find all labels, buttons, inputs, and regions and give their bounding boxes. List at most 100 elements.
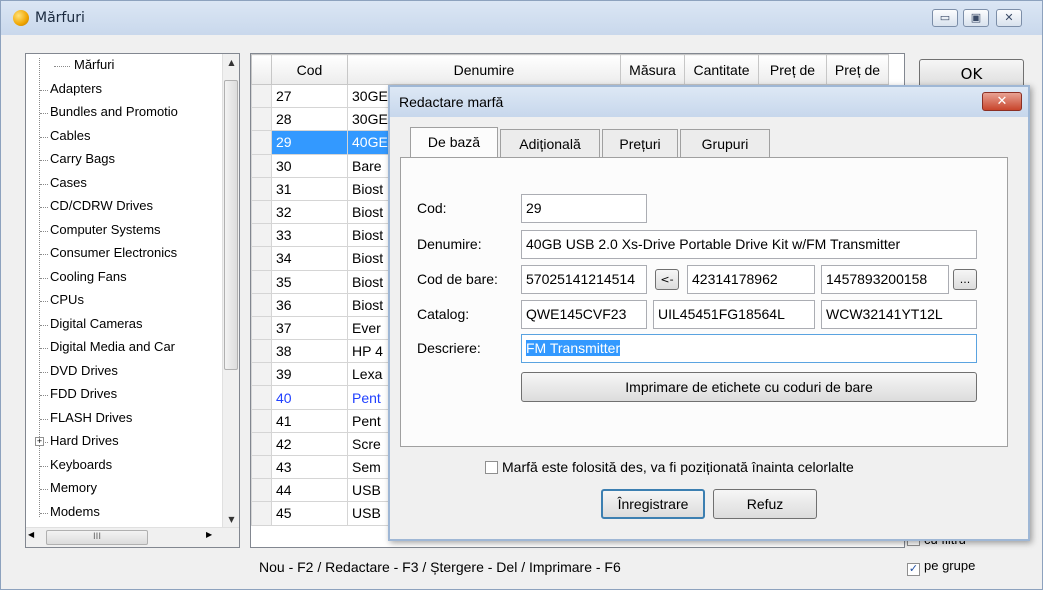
tree-item[interactable]: Carry Bags xyxy=(26,148,239,172)
tree-item[interactable]: Keyboards xyxy=(26,454,239,478)
cell-cod: 34 xyxy=(271,246,348,271)
row-indicator xyxy=(251,408,272,433)
row-indicator xyxy=(251,246,272,271)
cod-field[interactable]: 29 xyxy=(521,194,647,223)
descriere-label: Descriere: xyxy=(417,340,481,356)
barcode-field-1[interactable]: 57025141214514 xyxy=(521,265,647,294)
row-indicator xyxy=(251,107,272,132)
groups-checkbox-box[interactable]: ✓ xyxy=(907,563,920,576)
cancel-button[interactable]: Refuz xyxy=(713,489,817,519)
category-tree[interactable]: Mărfuri Adapters Bundles and Promotio Cabl… xyxy=(25,53,240,548)
col-header-pret-2[interactable]: Preț de xyxy=(826,54,889,85)
scroll-up-icon[interactable]: ▲ xyxy=(223,54,240,71)
row-indicator xyxy=(251,269,272,294)
scroll-right-icon[interactable]: ▶ xyxy=(206,530,212,539)
grid-header-row: Cod Denumire Măsura Cantitate Preț de Pr… xyxy=(251,54,889,85)
tree-item[interactable]: Digital Media and Car xyxy=(26,336,239,360)
tree-list: Mărfuri Adapters Bundles and Promotio Cabl… xyxy=(26,54,239,548)
tree-item[interactable]: Cooling Fans xyxy=(26,266,239,290)
dialog-title-bar: Redactare marfă ✕ xyxy=(390,87,1028,117)
dialog-title: Redactare marfă xyxy=(399,94,504,110)
cell-cod: 39 xyxy=(271,362,348,387)
cell-cod: 30 xyxy=(271,153,348,178)
row-indicator xyxy=(251,454,272,480)
barcode-copy-button[interactable]: <- xyxy=(655,269,679,290)
status-bar-shortcuts: Nou - F2 / Redactare - F3 / Ștergere - D… xyxy=(259,559,621,575)
tree-item[interactable]: Bundles and Promotio xyxy=(26,101,239,125)
row-indicator xyxy=(251,315,272,341)
tree-horizontal-scrollbar[interactable]: ◀ III ▶ xyxy=(26,527,239,547)
dialog-close-button[interactable]: ✕ xyxy=(982,92,1022,111)
close-button[interactable]: ✕ xyxy=(996,9,1022,27)
scroll-thumb[interactable] xyxy=(224,80,238,370)
frequent-item-label: Marfă este folosită des, va fi poziționa… xyxy=(502,459,854,475)
cell-cod: 45 xyxy=(271,501,348,526)
tree-item[interactable]: Cases xyxy=(26,172,239,196)
tree-item[interactable]: Consumer Electronics xyxy=(26,242,239,266)
tree-item[interactable]: Adapters xyxy=(26,78,239,102)
row-indicator xyxy=(251,431,272,457)
cell-cod: 41 xyxy=(271,408,348,433)
tab-aditionala[interactable]: Adițională xyxy=(500,129,600,159)
scroll-left-icon[interactable]: ◀ xyxy=(28,530,34,539)
tree-vertical-scrollbar[interactable]: ▲ ▼ xyxy=(222,54,239,528)
frequent-item-checkbox-box[interactable] xyxy=(485,461,498,474)
row-indicator xyxy=(251,385,272,410)
minimize-button[interactable]: ▭ xyxy=(932,9,958,27)
save-button[interactable]: Înregistrare xyxy=(601,489,705,519)
maximize-button[interactable]: ▣ xyxy=(963,9,989,27)
tree-item[interactable]: + Hard Drives xyxy=(26,430,239,454)
tree-item[interactable]: Memory xyxy=(26,477,239,501)
cell-cod: 31 xyxy=(271,176,348,201)
row-indicator xyxy=(251,362,272,387)
tree-item[interactable]: Modems xyxy=(26,501,239,525)
tree-item[interactable]: Cables xyxy=(26,125,239,149)
cell-cod: 36 xyxy=(271,292,348,317)
col-header-cod[interactable]: Cod xyxy=(271,54,348,85)
row-indicator xyxy=(251,199,272,225)
tree-item[interactable]: Computer Systems xyxy=(26,219,239,243)
col-header-masura[interactable]: Măsura xyxy=(620,54,685,85)
tab-panel-de-baza: Cod: 29 Denumire: 40GB USB 2.0 Xs-Drive … xyxy=(400,157,1008,447)
tree-item[interactable]: FDD Drives xyxy=(26,383,239,407)
denumire-field[interactable]: 40GB USB 2.0 Xs-Drive Portable Drive Kit… xyxy=(521,230,977,259)
tree-item[interactable]: CPUs xyxy=(26,289,239,313)
tree-item[interactable]: Digital Cameras xyxy=(26,313,239,337)
catalog-field-1[interactable]: QWE145CVF23 xyxy=(521,300,647,329)
barcode-more-button[interactable]: ... xyxy=(953,269,977,290)
barcode-field-3[interactable]: 1457893200158 xyxy=(821,265,949,294)
scroll-down-icon[interactable]: ▼ xyxy=(223,511,240,528)
barcode-field-2[interactable]: 42314178962 xyxy=(687,265,815,294)
catalog-field-2[interactable]: UIL45451FG18564L xyxy=(653,300,815,329)
cell-cod: 40 xyxy=(271,385,348,410)
expand-icon[interactable]: + xyxy=(35,437,44,446)
row-indicator xyxy=(251,339,272,364)
col-header-cantitate[interactable]: Cantitate xyxy=(684,54,759,85)
frequent-item-checkbox[interactable]: Marfă este folosită des, va fi poziționa… xyxy=(485,459,854,475)
cell-cod: 33 xyxy=(271,223,348,248)
col-header-pret-1[interactable]: Preț de xyxy=(758,54,827,85)
row-indicator xyxy=(251,501,272,526)
descriere-field[interactable]: FM Transmitter xyxy=(521,334,977,363)
tree-item[interactable]: FLASH Drives xyxy=(26,407,239,431)
row-indicator xyxy=(251,478,272,503)
cod-label: Cod: xyxy=(417,200,447,216)
col-header-denumire[interactable]: Denumire xyxy=(347,54,621,85)
tree-item[interactable]: CD/CDRW Drives xyxy=(26,195,239,219)
edit-product-dialog: Redactare marfă ✕ De bază Adițională Pre… xyxy=(388,85,1030,541)
print-barcode-labels-button[interactable]: Imprimare de etichete cu coduri de bare xyxy=(521,372,977,402)
catalog-field-3[interactable]: WCW32141YT12L xyxy=(821,300,977,329)
grid-indicator-header xyxy=(251,54,272,85)
tree-item[interactable]: DVD Drives xyxy=(26,360,239,384)
hscroll-thumb[interactable]: III xyxy=(46,530,148,545)
catalog-label: Catalog: xyxy=(417,306,470,322)
tab-preturi[interactable]: Prețuri xyxy=(602,129,678,159)
tab-grupuri[interactable]: Grupuri xyxy=(680,129,770,159)
tree-item-label: Hard Drives xyxy=(50,433,119,448)
cell-cod: 37 xyxy=(271,315,348,341)
groups-checkbox[interactable]: ✓ pe grupe xyxy=(907,558,975,576)
groups-checkbox-label: pe grupe xyxy=(924,558,976,573)
row-indicator xyxy=(251,292,272,317)
tab-de-baza[interactable]: De bază xyxy=(410,127,498,159)
tree-root-item[interactable]: Mărfuri xyxy=(26,54,239,78)
